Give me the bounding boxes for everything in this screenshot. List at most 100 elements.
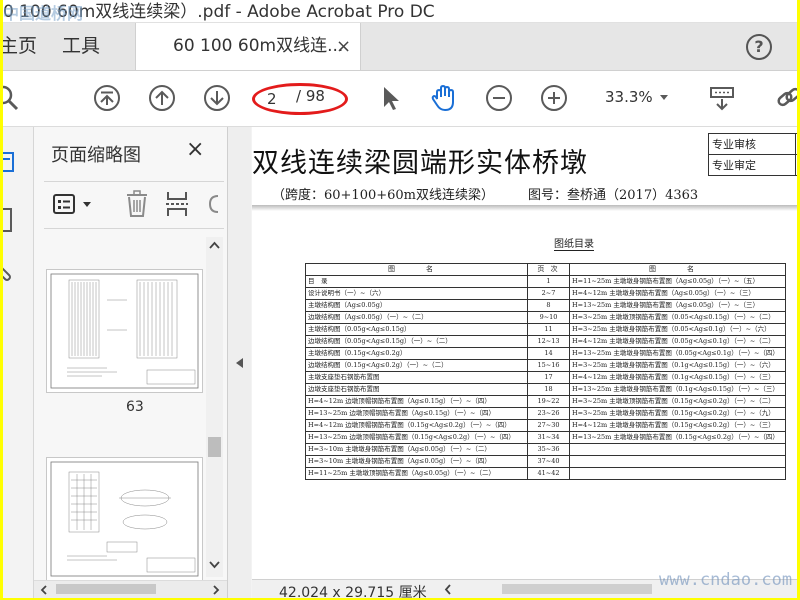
table-row: 边墩支座垫石钢筋布置图 18 H=13~25m 主墩墩身钢筋布置图（0.1g<Ag≤…: [305, 383, 786, 396]
table-cell: [569, 455, 786, 468]
approval-cell: 专业审定: [707, 154, 797, 176]
acrobat-window: 0 100 60m双线连续梁）.pdf - Adobe Acrobat Pro …: [3, 0, 797, 598]
table-cell: 主墩结构图（0.05g<Ag≤0.15g）: [305, 323, 528, 336]
drawing-subtitle: （跨度：60+100+60m双线连续梁）: [272, 188, 495, 203]
first-page-icon[interactable]: [93, 84, 121, 112]
table-cell: 31~34: [527, 431, 570, 444]
table-cell: H=3~25m 主墩墩顶钢筋布置图（0.15g<Ag≤0.2g）（一）~（二）: [569, 395, 786, 408]
table-cell: 23~26: [527, 407, 570, 420]
options-chevron-down-icon[interactable]: [82, 201, 92, 209]
table-cell: H=11~25m 主墩墩身钢筋布置图（Ag≤0.05g）（一）~（五）: [569, 275, 786, 288]
zoom-out-icon[interactable]: [485, 84, 513, 112]
table-cell: H=13~25m 主墩墩身钢筋布置图（0.15g<Ag≤0.2g）（一）~（四）: [569, 431, 786, 444]
options-menu-icon[interactable]: [52, 193, 78, 215]
bookmarks-icon[interactable]: [3, 207, 15, 233]
collapse-arrow-icon[interactable]: [235, 357, 244, 369]
table-cell: H=13~25m 边墩顶帽钢筋布置图（0.15g<Ag≤0.2g）（一）~（四）: [305, 431, 528, 444]
scroll-up-icon[interactable]: [209, 241, 220, 249]
scroll-thumb[interactable]: [56, 584, 156, 594]
table-cell: H=4~12m 主墩墩身钢筋布置图（0.1g<Ag≤0.15g）（一）~（三）: [569, 371, 786, 384]
zoom-level[interactable]: 33.3%: [605, 88, 653, 106]
help-button[interactable]: ?: [746, 34, 772, 60]
page-thumbnail-64[interactable]: [46, 457, 203, 581]
table-cell: H=4~12m 主墩墩身钢筋布置图（0.05g<Ag≤0.1g）（一）~（二）: [569, 335, 786, 348]
table-row: H=13~25m 边墩顶帽钢筋布置图（0.15g<Ag≤0.2g）（一）~（四）…: [305, 431, 786, 444]
table-row: 边墩结构图（0.15g<Ag≤0.2g）（一）~（二） 15~16 H=3~25m …: [305, 359, 786, 372]
scroll-left-icon[interactable]: [444, 584, 452, 595]
table-cell: 18: [527, 383, 570, 396]
table-cell: 11: [527, 323, 570, 336]
table-cell: 主墩结构图（Ag≤0.05g）: [305, 299, 528, 312]
title-bar: 0 100 60m双线连续梁）.pdf - Adobe Acrobat Pro …: [3, 0, 797, 23]
table-row: H=11~25m 主墩墩顶钢筋布置图（Ag≤0.05g）（一）~（二） 41~42: [305, 467, 786, 480]
header-cell: 页 次: [527, 263, 570, 276]
table-cell: 主墩支座垫石钢筋布置图: [305, 371, 528, 384]
watermark-top: 中国道桥网: [3, 4, 84, 23]
panel-close-button[interactable]: ×: [186, 137, 204, 162]
thumbnail-horizontal-scrollbar[interactable]: [34, 580, 227, 598]
document-horizontal-scrollbar[interactable]: [502, 584, 652, 594]
table-cell: 2~7: [527, 287, 570, 300]
table-row: H=13~25m 边墩顶帽钢筋布置图（Ag≤0.15g）（一）~（四） 23~26…: [305, 407, 786, 420]
link-icon[interactable]: [775, 84, 797, 112]
scroll-left-icon[interactable]: [40, 585, 48, 595]
table-row: H=3~10m 主墩墩身钢筋布置图（Ag≤0.05g）（一）~（二） 35~36: [305, 443, 786, 456]
scroll-right-icon[interactable]: [212, 585, 220, 595]
header-cell: 图 名: [305, 263, 528, 276]
thumbnail-vertical-scrollbar[interactable]: [206, 237, 223, 577]
table-row: 边墩结构图（0.05g<Ag≤0.15g）（一）~（二） 12~13 H=4~12m…: [305, 335, 786, 348]
table-row: 主墩结构图（0.05g<Ag≤0.15g） 11 H=3~25m 主墩墩身钢筋布置图…: [305, 323, 786, 336]
table-cell: [569, 443, 786, 456]
table-cell: H=3~25m 主墩墩顶钢筋布置图（0.05<Ag≤0.15g）（一）~（二）: [569, 311, 786, 324]
table-row: H=3~10m 主墩墩身钢筋布置图（Ag≤0.05g）（一）~（四） 37~40: [305, 455, 786, 468]
table-cell: H=13~25m 主墩墩身钢筋布置图（Ag≤0.05g）（一）~（三）: [569, 299, 786, 312]
approval-blank: [795, 133, 797, 155]
scroll-thumb[interactable]: [208, 437, 221, 457]
tab-home[interactable]: 主页: [3, 23, 37, 70]
table-row: H=4~12m 边墩顶帽钢筋布置图（0.15g<Ag≤0.2g）（一）~（四） 2…: [305, 419, 786, 432]
table-cell: 27~30: [527, 419, 570, 432]
hand-tool-icon[interactable]: [430, 84, 458, 112]
delete-page-icon[interactable]: [124, 190, 150, 218]
panel-title: 页面缩略图: [51, 145, 141, 166]
header-cell: 图 名: [569, 263, 786, 276]
document-view[interactable]: 双线连续梁圆端形实体桥墩 （跨度：60+100+60m双线连续梁） 图号：叁桥通…: [252, 127, 797, 579]
table-header-row: 图 名 页 次 图 名: [305, 263, 786, 276]
watermark-bottom: www.cndao.com: [659, 570, 793, 590]
table-row: 主墩结构图（Ag≤0.05g） 8 H=13~25m 主墩墩身钢筋布置图（Ag≤0.…: [305, 299, 786, 312]
scroll-down-icon[interactable]: [209, 561, 220, 569]
drawing-title: 双线连续梁圆端形实体桥墩: [252, 148, 588, 179]
rotate-page-icon[interactable]: [208, 192, 220, 216]
drawing-number: 图号：叁桥通（2017）4363: [528, 188, 699, 203]
page-thumbnails-icon[interactable]: [3, 151, 17, 175]
tab-tools[interactable]: 工具: [62, 23, 100, 70]
table-cell: H=3~25m 主墩墩身钢筋布置图（0.1g<Ag≤0.15g）（一）~（六）: [569, 359, 786, 372]
zoom-in-icon[interactable]: [540, 84, 568, 112]
thumbnail-drawing: [50, 273, 199, 389]
select-cursor-icon[interactable]: [377, 84, 405, 112]
insert-page-icon[interactable]: [164, 190, 190, 218]
approval-cell: 专业审核: [707, 133, 797, 155]
table-cell: H=4~12m 主墩墩身钢筋布置图（Ag≤0.05g）（一）~（三）: [569, 287, 786, 300]
next-page-icon[interactable]: [203, 84, 231, 112]
table-cell: H=3~10m 主墩墩身钢筋布置图（Ag≤0.05g）（一）~（四）: [305, 455, 528, 468]
thumbnail-page-label: 63: [126, 399, 144, 415]
table-row: 主墩支座垫石钢筋布置图 17 H=4~12m 主墩墩身钢筋布置图（0.1g<Ag≤0…: [305, 371, 786, 384]
page-display-icon[interactable]: [708, 84, 736, 112]
table-cell: 37~40: [527, 455, 570, 468]
tab-close-button[interactable]: ×: [336, 23, 351, 70]
table-cell: 17: [527, 371, 570, 384]
table-cell: H=13~25m 边墩顶帽钢筋布置图（Ag≤0.15g）（一）~（四）: [305, 407, 528, 420]
table-cell: 14: [527, 347, 570, 360]
tab-document[interactable]: 60 100 60m双线连... ×: [135, 23, 361, 70]
panel-collapse-handle[interactable]: [228, 127, 251, 598]
attachments-icon[interactable]: [3, 261, 15, 283]
page-thumbnail-63[interactable]: [46, 269, 203, 393]
previous-page-icon[interactable]: [148, 84, 176, 112]
search-icon[interactable]: [3, 84, 21, 112]
table-cell: H=4~12m 主墩墩身钢筋布置图（0.15g<Ag≤0.2g）（一）~（三）: [569, 419, 786, 432]
table-cell: 边墩结构图（0.05g<Ag≤0.15g）（一）~（二）: [305, 335, 528, 348]
table-cell: 主墩结构图（0.15g<Ag≤0.2g）: [305, 347, 528, 360]
chevron-down-icon[interactable]: [658, 91, 670, 103]
table-cell: [569, 467, 786, 480]
